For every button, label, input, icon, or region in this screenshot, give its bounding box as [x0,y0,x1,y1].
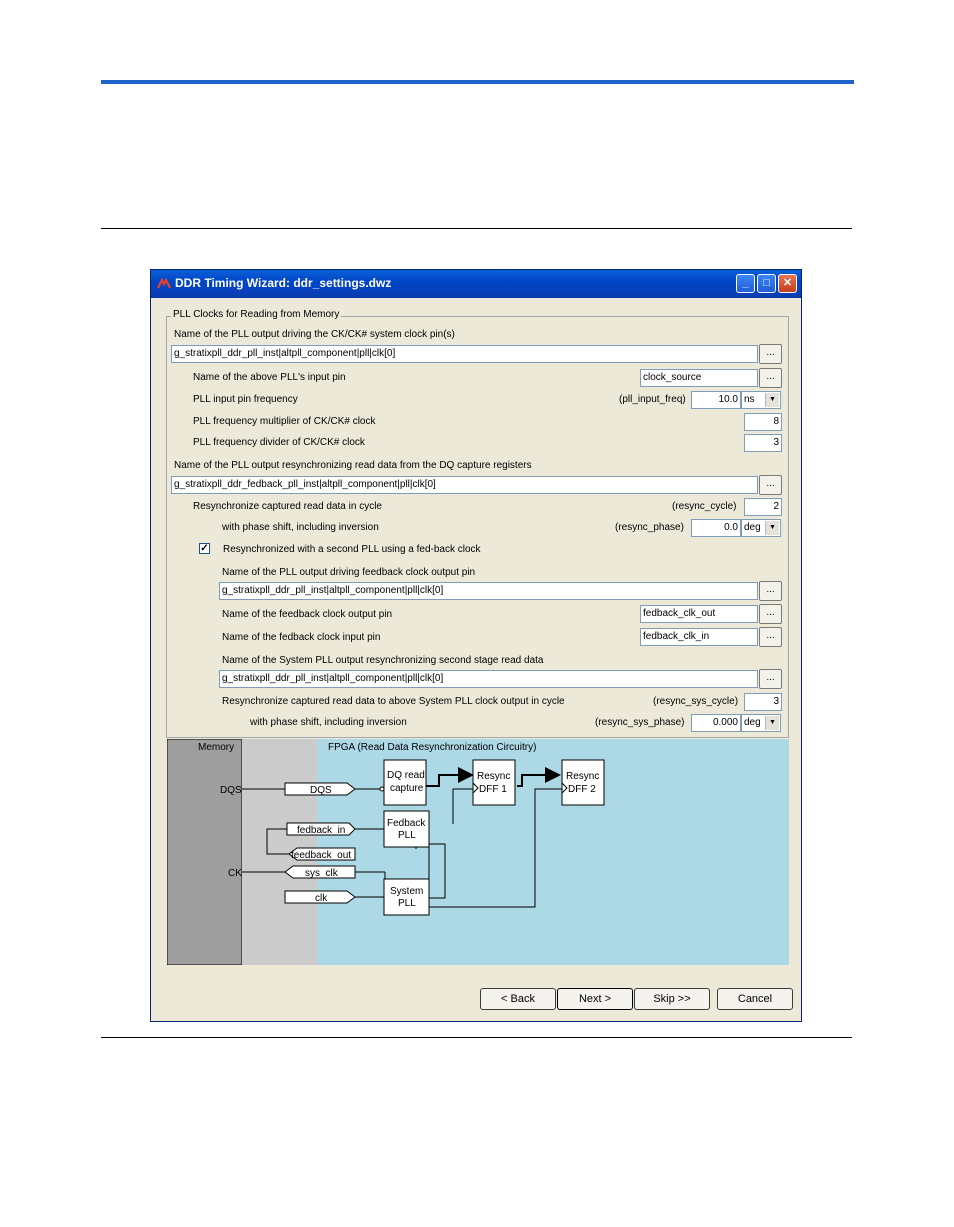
sig-dqs: DQS [310,785,332,796]
ck-browse-button[interactable]: ... [759,344,782,364]
memory-label: Memory [198,742,234,753]
second-pll-checkbox[interactable]: ✓ [199,543,210,554]
sys-cycle-field[interactable]: 3 [744,693,782,711]
wizard-window: DDR Timing Wizard: ddr_settings.dwz _ □ … [150,269,802,1022]
phase-var: (resync_phase) [615,522,684,533]
div-field[interactable]: 3 [744,434,782,452]
freq-label: PLL input pin frequency [193,394,298,405]
fb-clk-in-field[interactable]: fedback_clk_in [640,628,758,646]
system-pll-label: System [390,886,423,897]
chevron-down-icon[interactable]: ▼ [765,521,779,535]
sig-sys-clk: sys_clk [305,868,339,879]
next-button[interactable]: Next > [557,988,633,1010]
input-pin-browse-button[interactable]: ... [759,368,782,388]
header-rule [101,80,854,84]
fb-clk-in-browse-button[interactable]: ... [759,627,782,647]
freq-var: (pll_input_freq) [619,394,686,405]
sys-phase-label: with phase shift, including inversion [250,717,407,728]
cancel-button[interactable]: Cancel [717,988,793,1010]
group-title: PLL Clocks for Reading from Memory [171,309,342,320]
fb-clk-out-browse-button[interactable]: ... [759,604,782,624]
input-pin-label: Name of the above PLL's input pin [193,372,346,383]
resync-browse-button[interactable]: ... [759,475,782,495]
minimize-icon[interactable]: _ [736,274,755,293]
memory-region [167,739,243,965]
sys-cycle-label: Resynchronize captured read data to abov… [222,696,565,707]
div-label: PLL frequency divider of CK/CK# clock [193,437,365,448]
resync-diagram: Memory FPGA (Read Data Resynchronization… [167,739,789,965]
phase-field[interactable]: 0.0 [691,519,741,537]
freq-field[interactable]: 10.0 [691,391,741,409]
fedback-pll-label-2: PLL [398,830,416,841]
sys-browse-button[interactable]: ... [759,669,782,689]
fedback-pll-label: Fedback [387,818,426,829]
close-icon[interactable]: ✕ [778,274,797,293]
freq-unit-select[interactable]: ns ▼ [741,391,781,409]
dff2-label: Resync [566,771,599,782]
fb-out-field[interactable]: g_stratixpll_ddr_pll_inst|altpll_compone… [219,582,758,600]
maximize-icon[interactable]: □ [757,274,776,293]
freq-unit-value: ns [744,394,755,405]
back-button[interactable]: < Back [480,988,556,1010]
ck-label: Name of the PLL output driving the CK/CK… [174,329,455,340]
input-pin-field[interactable]: clock_source [640,369,758,387]
divider [101,1037,852,1038]
system-pll-label-2: PLL [398,898,416,909]
cycle-var: (resync_cycle) [672,501,737,512]
sys-cycle-var: (resync_sys_cycle) [653,696,739,707]
app-logo-icon [157,278,171,289]
dqs-pin-label: DQS [220,785,242,796]
mult-label: PLL frequency multiplier of CK/CK# clock [193,416,376,427]
phase-label: with phase shift, including inversion [222,522,379,533]
fb-out-browse-button[interactable]: ... [759,581,782,601]
dff2-label-2: DFF 2 [568,784,596,795]
sig-clk: clk [315,893,328,904]
sig-feedback-out: feedback_out [291,850,351,861]
fpga-label: FPGA (Read Data Resynchronization Circui… [328,742,536,753]
chevron-down-icon[interactable]: ▼ [765,716,779,730]
ck-pin-label: CK [228,868,242,879]
dff1-label: Resync [477,771,510,782]
sig-fedback-in: fedback_in [297,825,345,836]
second-pll-label: Resynchronized with a second PLL using a… [223,544,481,555]
resync-label: Name of the PLL output resynchronizing r… [174,460,532,471]
cycle-field[interactable]: 2 [744,498,782,516]
dq-capture-label: DQ read [387,770,425,781]
sys-phase-unit-select[interactable]: deg ▼ [741,714,781,732]
resync-pll-output-field[interactable]: g_stratixpll_ddr_fedback_pll_inst|altpll… [171,476,758,494]
divider [101,228,852,229]
fb-clk-out-field[interactable]: fedback_clk_out [640,605,758,623]
window-title: DDR Timing Wizard: ddr_settings.dwz [175,276,392,290]
phase-unit-select[interactable]: deg ▼ [741,519,781,537]
fb-clk-out-label: Name of the feedback clock output pin [222,609,393,620]
phase-unit-value: deg [744,522,761,533]
chevron-down-icon[interactable]: ▼ [765,393,779,407]
fb-clk-in-label: Name of the fedback clock input pin [222,632,381,643]
sys-field[interactable]: g_stratixpll_ddr_pll_inst|altpll_compone… [219,670,758,688]
dq-capture-label-2: capture [390,783,424,794]
dff1-label-2: DFF 1 [479,784,507,795]
sys-phase-var: (resync_sys_phase) [595,717,685,728]
fb-out-label: Name of the PLL output driving feedback … [222,567,476,578]
skip-button[interactable]: Skip >> [634,988,710,1010]
cycle-label: Resynchronize captured read data in cycl… [193,501,382,512]
mult-field[interactable]: 8 [744,413,782,431]
sys-phase-field[interactable]: 0.000 [691,714,741,732]
title-bar[interactable]: DDR Timing Wizard: ddr_settings.dwz _ □ … [151,270,801,298]
sys-phase-unit-value: deg [744,717,761,728]
sys-label: Name of the System PLL output resynchron… [222,655,544,666]
ck-pll-output-field[interactable]: g_stratixpll_ddr_pll_inst|altpll_compone… [171,345,758,363]
